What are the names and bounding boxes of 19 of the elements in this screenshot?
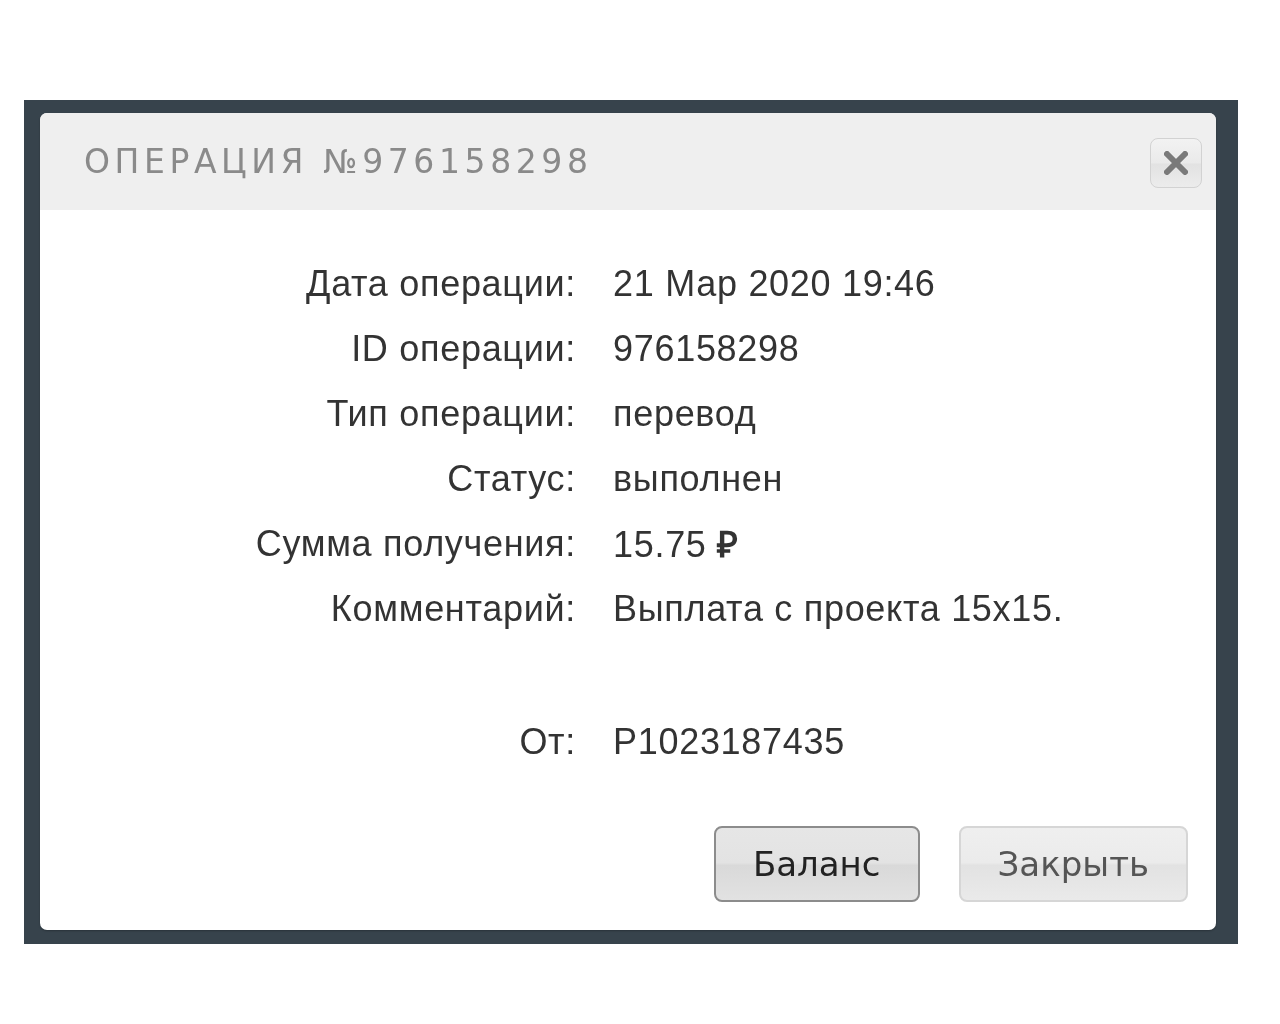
field-value: 15.75 ₽ (613, 523, 739, 567)
field-label: Статус: (447, 457, 576, 500)
dialog-title: ОПЕРАЦИЯ №976158298 (84, 142, 593, 181)
field-value: 976158298 (613, 327, 800, 370)
close-button[interactable] (1150, 137, 1202, 188)
field-label: Тип операции: (326, 392, 576, 435)
field-value: Выплата с проекта 15x15. (613, 587, 1064, 630)
field-label: Дата операции: (306, 262, 576, 305)
field-value: P1023187435 (613, 720, 845, 763)
field-value: 21 Мар 2020 19:46 (613, 262, 936, 305)
field-value: перевод (613, 392, 757, 435)
dialog-button[interactable]: Баланс (713, 826, 920, 902)
field-label: ID операции: (351, 327, 576, 370)
dialog-button[interactable]: Закрыть (958, 826, 1188, 902)
field-label: Сумма получения: (255, 522, 576, 565)
field-value: выполнен (613, 457, 784, 500)
close-icon (1164, 150, 1188, 175)
field-label: От: (519, 720, 576, 763)
field-label: Комментарий: (330, 587, 576, 630)
